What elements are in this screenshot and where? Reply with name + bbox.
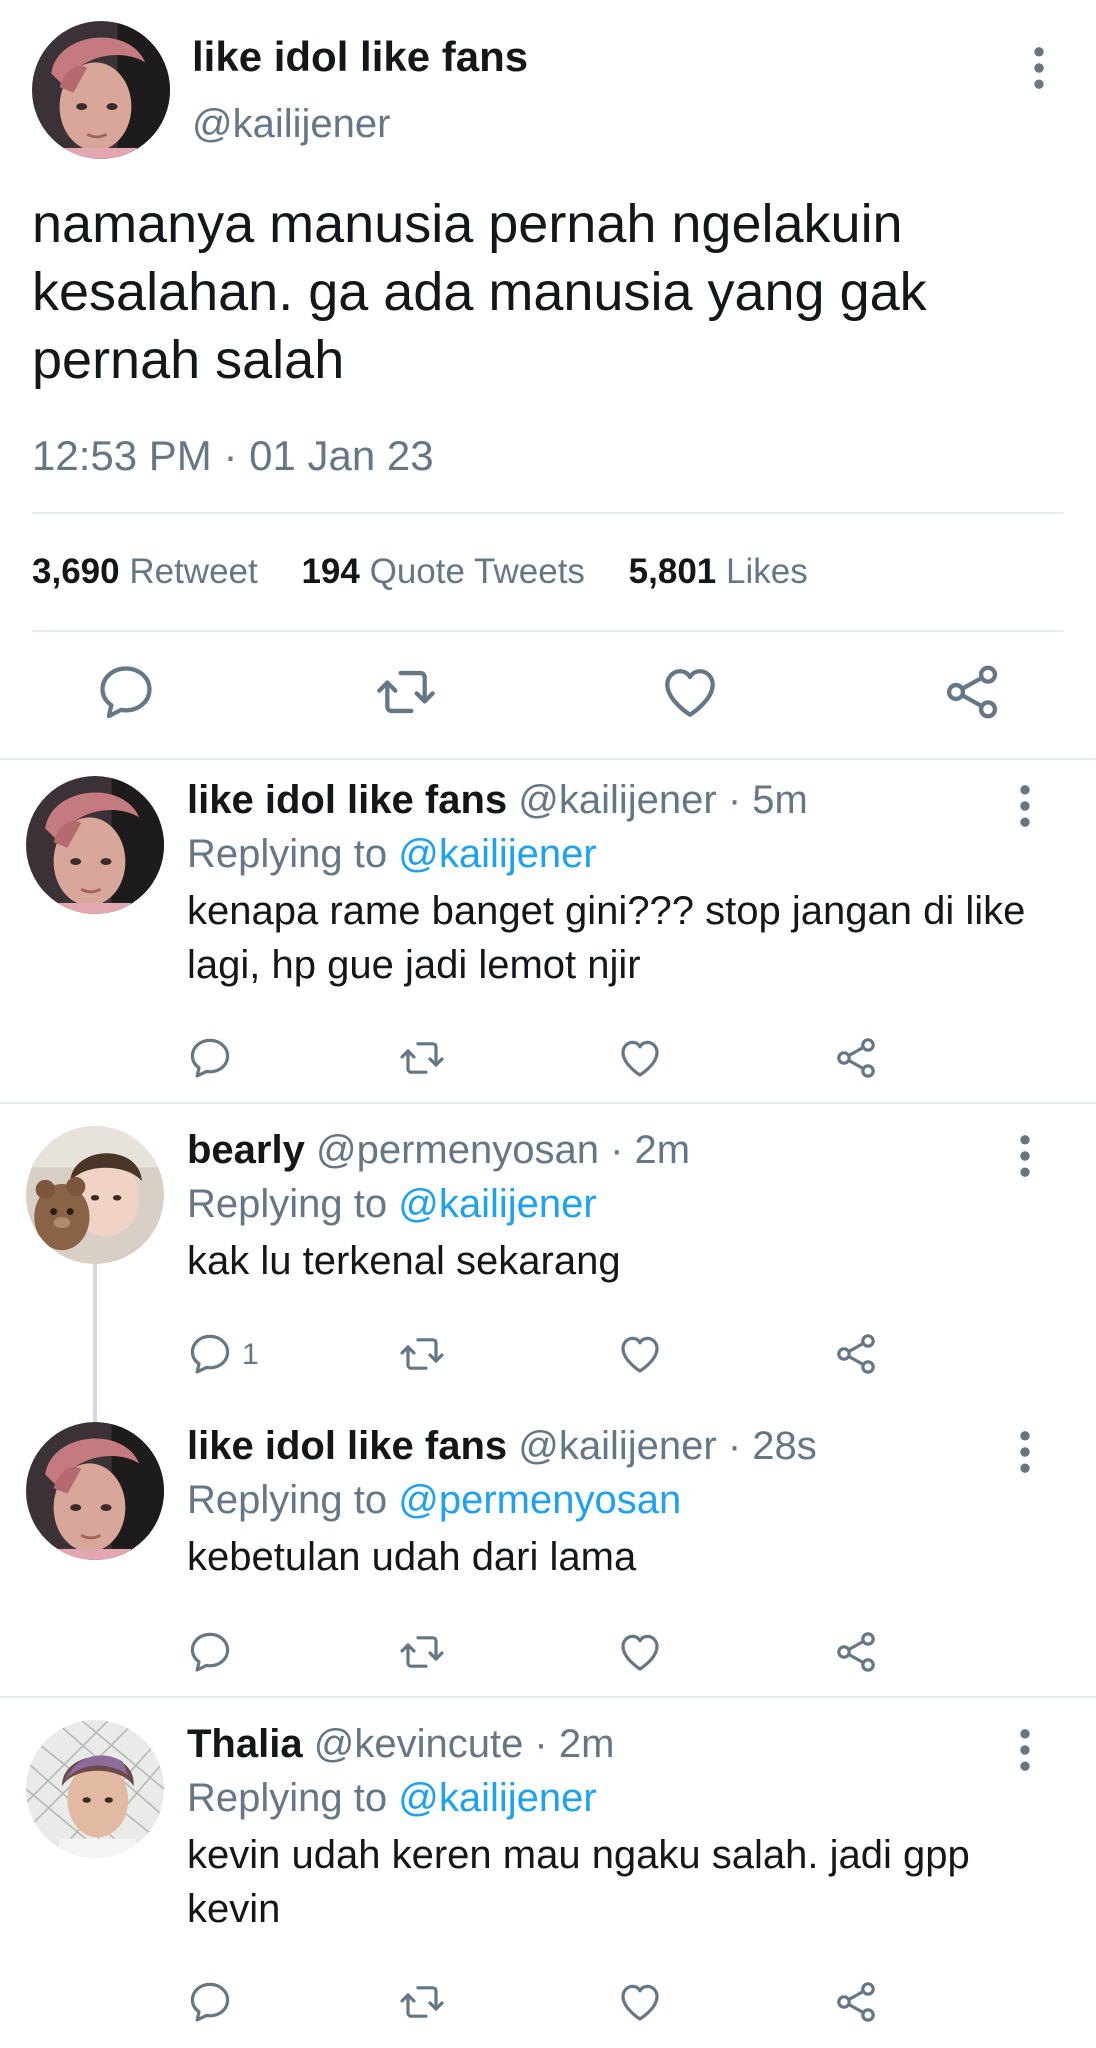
heart-icon[interactable] xyxy=(616,1330,664,1378)
tweet-stats: 3,690 Retweet 194 Quote Tweets 5,801 Lik… xyxy=(32,552,842,592)
author-handle-time: @permenyosan · 2m xyxy=(315,1128,691,1172)
author-name[interactable]: like idol like fans xyxy=(192,33,528,81)
author-name[interactable]: like idol like fans xyxy=(187,1424,507,1468)
replying-to: Replying to @kailijener xyxy=(187,832,597,877)
replying-prefix: Replying to xyxy=(187,1776,388,1820)
more-options-icon[interactable] xyxy=(1010,1134,1040,1178)
reply-tweet[interactable]: bearly @permenyosan · 2m Replying to @ka… xyxy=(0,1104,1096,1400)
reply-text: kak lu terkenal sekarang xyxy=(187,1239,621,1283)
more-options-icon[interactable] xyxy=(1010,1430,1040,1474)
replying-prefix: Replying to xyxy=(187,832,388,876)
more-options-icon[interactable] xyxy=(1024,46,1054,90)
reply-tweet[interactable]: like idol like fans @kailijener · 28s Re… xyxy=(0,1400,1096,1694)
author-handle-time: @kevincute · 2m xyxy=(313,1722,615,1766)
mention-link[interactable]: @kailijener xyxy=(398,1182,596,1226)
author-name[interactable]: like idol like fans xyxy=(187,778,507,822)
reply-text: kenapa rame banget gini??? stop jangan d… xyxy=(187,889,1026,987)
retweet-icon[interactable] xyxy=(374,660,438,724)
avatar[interactable] xyxy=(26,1126,164,1264)
replying-prefix: Replying to xyxy=(187,1478,388,1522)
more-options-icon[interactable] xyxy=(1010,784,1040,828)
likes-count: 5,801 xyxy=(628,552,717,591)
heart-icon[interactable] xyxy=(616,1978,664,2026)
retweet-icon[interactable] xyxy=(398,1628,446,1676)
reply-tweet[interactable]: like idol like fans @kailijener · 5m Rep… xyxy=(0,760,1096,1100)
reply-header: bearly @permenyosan · 2m xyxy=(187,1128,690,1173)
replying-to: Replying to @permenyosan xyxy=(187,1478,681,1523)
retweet-icon[interactable] xyxy=(398,1330,446,1378)
retweets-stat[interactable]: 3,690 Retweet xyxy=(32,552,258,591)
tweet-timestamp[interactable]: 12:53 PM · 01 Jan 23 xyxy=(32,432,434,480)
divider xyxy=(32,630,1064,632)
author-name[interactable]: bearly xyxy=(187,1128,305,1172)
quotes-stat[interactable]: 194 Quote Tweets xyxy=(301,552,584,591)
share-icon[interactable] xyxy=(832,1978,880,2026)
reply-icon[interactable] xyxy=(186,1330,234,1378)
avatar[interactable] xyxy=(26,776,164,914)
reply-icon[interactable] xyxy=(186,1978,234,2026)
share-icon[interactable] xyxy=(832,1034,880,1082)
author-handle[interactable]: @kailijener xyxy=(192,102,390,147)
retweets-label: Retweet xyxy=(129,552,258,591)
author-name[interactable]: Thalia xyxy=(187,1722,303,1766)
quotes-label: Quote Tweets xyxy=(369,552,585,591)
quotes-count: 194 xyxy=(301,552,360,591)
tweet-text: namanya manusia pernah ngelakuin kesalah… xyxy=(32,194,927,390)
mention-link[interactable]: @permenyosan xyxy=(398,1478,681,1522)
reply-icon[interactable] xyxy=(186,1034,234,1082)
mention-link[interactable]: @kailijener xyxy=(398,832,596,876)
more-options-icon[interactable] xyxy=(1010,1728,1040,1772)
retweet-icon[interactable] xyxy=(398,1034,446,1082)
divider xyxy=(32,512,1064,514)
heart-icon[interactable] xyxy=(616,1034,664,1082)
avatar[interactable] xyxy=(26,1422,164,1560)
replying-to: Replying to @kailijener xyxy=(187,1182,597,1227)
reply-header: like idol like fans @kailijener · 28s xyxy=(187,1424,817,1469)
reply-icon[interactable] xyxy=(94,660,158,724)
retweet-icon[interactable] xyxy=(398,1978,446,2026)
heart-icon[interactable] xyxy=(658,660,722,724)
author-handle-time: @kailijener · 28s xyxy=(518,1424,817,1468)
reply-count: 1 xyxy=(242,1338,259,1371)
reply-header: like idol like fans @kailijener · 5m xyxy=(187,778,808,823)
reply-icon[interactable] xyxy=(186,1628,234,1676)
reply-tweet[interactable]: Thalia @kevincute · 2m Replying to @kail… xyxy=(0,1698,1096,2048)
reply-text: kebetulan udah dari lama xyxy=(187,1535,637,1579)
share-icon[interactable] xyxy=(940,660,1004,724)
author-handle-time: @kailijener · 5m xyxy=(518,778,808,822)
replying-to: Replying to @kailijener xyxy=(187,1776,597,1821)
main-action-bar xyxy=(0,660,1096,730)
share-icon[interactable] xyxy=(832,1628,880,1676)
retweets-count: 3,690 xyxy=(32,552,120,591)
reply-text: kevin udah keren mau ngaku salah. jadi g… xyxy=(187,1833,970,1931)
main-tweet: like idol like fans @kailijener namanya … xyxy=(0,0,1096,760)
likes-label: Likes xyxy=(726,552,808,591)
reply-header: Thalia @kevincute · 2m xyxy=(187,1722,614,1767)
likes-stat[interactable]: 5,801 Likes xyxy=(629,552,808,591)
replying-prefix: Replying to xyxy=(187,1182,388,1226)
heart-icon[interactable] xyxy=(616,1628,664,1676)
avatar[interactable] xyxy=(32,21,170,159)
share-icon[interactable] xyxy=(832,1330,880,1378)
avatar[interactable] xyxy=(26,1720,164,1858)
mention-link[interactable]: @kailijener xyxy=(398,1776,596,1820)
